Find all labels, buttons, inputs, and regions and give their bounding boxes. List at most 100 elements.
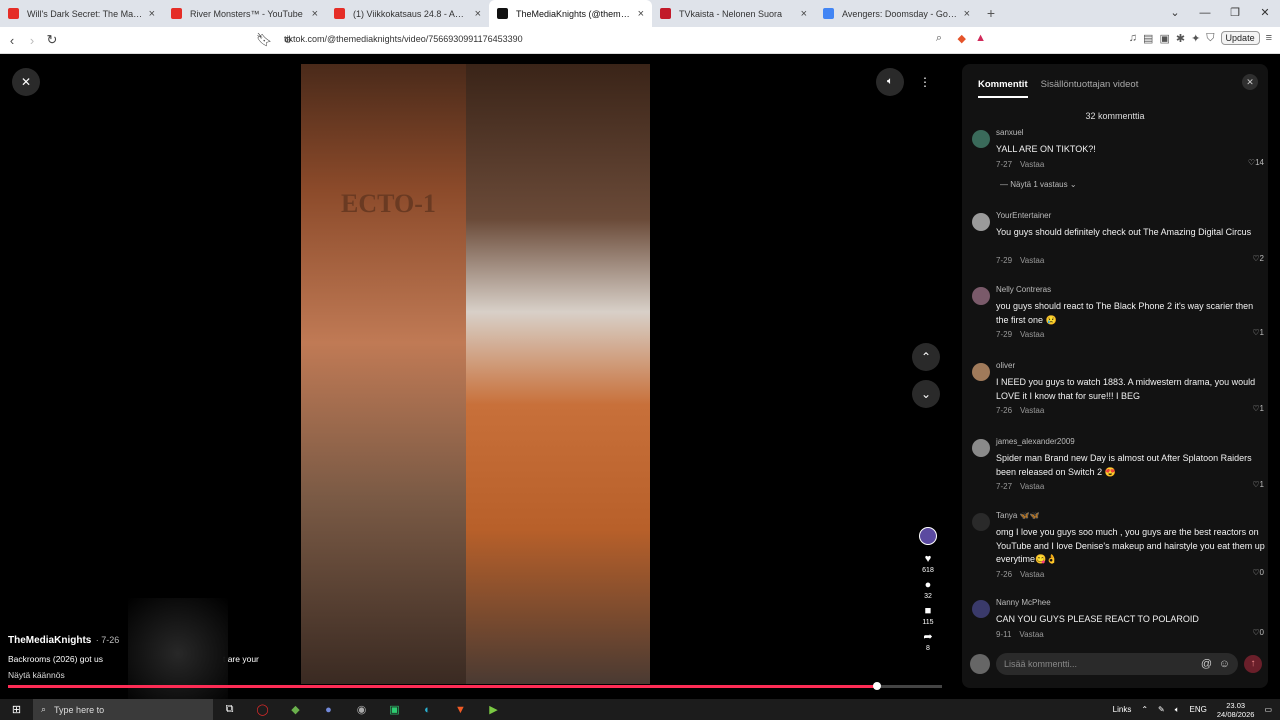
reply-button[interactable]: Vastaa xyxy=(1019,630,1043,639)
commenter-name[interactable]: sanxuel xyxy=(996,128,1024,137)
like-heart-icon[interactable]: ♡ xyxy=(1252,254,1259,263)
browser-tab[interactable]: Will's Dark Secret: The Massacre of × xyxy=(0,0,163,27)
language-indicator[interactable]: ENG xyxy=(1190,705,1207,714)
comment-icon[interactable]: ● xyxy=(925,579,932,591)
close-tab-icon[interactable]: × xyxy=(964,8,970,20)
commenter-avatar[interactable] xyxy=(972,213,990,231)
comment-like[interactable]: ♡1 xyxy=(1252,404,1264,413)
network-icon[interactable]: ✎ xyxy=(1158,705,1165,714)
commenter-avatar[interactable] xyxy=(972,130,990,148)
sidebar-icon[interactable]: ▤ xyxy=(1143,32,1153,45)
mute-button[interactable]: 🔈︎ xyxy=(876,68,904,96)
brave-rewards-icon[interactable]: ▲ xyxy=(975,32,986,44)
wallet-icon[interactable]: ▣ xyxy=(1159,32,1169,45)
close-tab-icon[interactable]: × xyxy=(149,8,155,20)
forward-icon[interactable]: › xyxy=(22,33,42,48)
volume-icon[interactable]: 🔈︎ xyxy=(1175,705,1180,715)
close-video-button[interactable]: ✕ xyxy=(12,68,40,96)
more-options-button[interactable]: ⋮ xyxy=(911,68,939,96)
update-button[interactable]: Update xyxy=(1220,31,1260,45)
extensions-icon[interactable]: ✱ xyxy=(1176,32,1185,45)
edge-icon[interactable]: ◐ xyxy=(411,704,444,716)
comment-like[interactable]: ♡0 xyxy=(1252,568,1264,577)
commenter-avatar[interactable] xyxy=(972,363,990,381)
back-icon[interactable]: ‹ xyxy=(2,33,22,48)
progress-knob[interactable] xyxy=(872,682,881,690)
reply-button[interactable]: Vastaa xyxy=(1020,256,1044,265)
browser-tab[interactable]: TheMediaKnights (@themedi × xyxy=(489,0,652,27)
send-icon[interactable]: ↑ xyxy=(1244,655,1262,673)
like-heart-icon[interactable]: ♡ xyxy=(1252,628,1259,637)
taskbar-search[interactable]: ⌕ Type here to xyxy=(33,699,213,720)
close-window-button[interactable]: ✕ xyxy=(1250,0,1280,27)
emoji-icon[interactable]: ☺ xyxy=(1219,658,1230,670)
commenter-avatar[interactable] xyxy=(972,439,990,457)
commenter-name[interactable]: oliver xyxy=(996,361,1015,370)
media-icon[interactable]: ♫ xyxy=(1129,32,1137,44)
comment-like[interactable]: ♡1 xyxy=(1252,480,1264,489)
url-field[interactable]: tiktok.com/@themediaknights/video/756693… xyxy=(284,34,523,44)
start-icon[interactable]: ⊞ xyxy=(0,703,33,716)
close-tab-icon[interactable]: × xyxy=(475,8,481,20)
reply-button[interactable]: Vastaa xyxy=(1020,482,1044,491)
like-heart-icon[interactable]: ♡ xyxy=(1252,568,1259,577)
tab-comments[interactable]: Kommentit xyxy=(978,79,1028,98)
new-tab-button[interactable]: + xyxy=(978,0,1004,27)
tab-list-icon[interactable]: ⌄ xyxy=(1160,0,1190,27)
video-player[interactable]: ECTO-1 xyxy=(301,64,650,684)
links-toolbar[interactable]: Links xyxy=(1113,705,1132,714)
commenter-name[interactable]: Tanya 🦋🦋 xyxy=(996,511,1040,520)
close-panel-icon[interactable]: ✕ xyxy=(1242,74,1258,90)
comment-like[interactable]: ♡14 xyxy=(1248,158,1264,167)
app-icon[interactable]: ◆ xyxy=(279,703,312,716)
browser-tab[interactable]: TVkaista - Nelonen Suora × xyxy=(652,0,815,27)
reply-button[interactable]: Vastaa xyxy=(1020,160,1044,169)
close-tab-icon[interactable]: × xyxy=(801,8,807,20)
app4-icon[interactable]: ▶ xyxy=(477,703,510,716)
mention-icon[interactable]: @ xyxy=(1201,658,1212,670)
reply-button[interactable]: Vastaa xyxy=(1020,330,1044,339)
author-name[interactable]: TheMediaKnights xyxy=(8,635,91,646)
tab-creator-videos[interactable]: Sisällöntuottajan videot xyxy=(1041,79,1139,98)
reply-button[interactable]: Vastaa xyxy=(1020,406,1044,415)
like-heart-icon[interactable]: ♡ xyxy=(1252,480,1259,489)
next-video-button[interactable]: ⌄ xyxy=(912,380,940,408)
browser-tab[interactable]: River Monsters™ - YouTube × xyxy=(163,0,326,27)
commenter-name[interactable]: Nelly Contreras xyxy=(996,285,1051,294)
browser-tab[interactable]: (1) Viikkokatsaus 24.8 - Ambulanssia × xyxy=(326,0,489,27)
zoom-icon[interactable]: ⌕ xyxy=(936,32,942,45)
leo-icon[interactable]: ✦ xyxy=(1191,32,1200,45)
task-view-icon[interactable]: ⧉ xyxy=(213,703,246,716)
minimize-button[interactable]: — xyxy=(1190,0,1220,27)
comment-input[interactable]: Lisää kommentti... @ ☺ xyxy=(996,653,1238,675)
commenter-avatar[interactable] xyxy=(972,600,990,618)
comment-like[interactable]: ♡1 xyxy=(1252,328,1264,337)
reply-button[interactable]: Vastaa xyxy=(1020,570,1044,579)
prev-video-button[interactable]: ⌃ xyxy=(912,343,940,371)
commenter-avatar[interactable] xyxy=(972,513,990,531)
bookmark-icon[interactable]: ■ xyxy=(925,605,932,617)
heart-icon[interactable]: ♥ xyxy=(925,553,932,565)
app3-icon[interactable]: ▣ xyxy=(378,703,411,716)
commenter-name[interactable]: james_alexander2009 xyxy=(996,437,1075,446)
video-progress-bar[interactable] xyxy=(8,682,942,690)
notifications-icon[interactable]: ▭ xyxy=(1264,705,1272,714)
brave-icon[interactable]: ▼ xyxy=(444,704,477,716)
app2-icon[interactable]: ◉ xyxy=(345,703,378,716)
brave-shield-icon[interactable]: ◆ xyxy=(958,32,966,45)
commenter-name[interactable]: YourEntertainer xyxy=(996,211,1051,220)
comment-like[interactable]: ♡0 xyxy=(1252,628,1264,637)
close-tab-icon[interactable]: × xyxy=(312,8,318,20)
bookmark-page-icon[interactable]: 🔖︎ xyxy=(254,32,274,48)
clock[interactable]: 23.03 24/08/2026 xyxy=(1217,701,1255,719)
menu-icon[interactable]: ≡ xyxy=(1266,32,1272,44)
tray-chevron-icon[interactable]: ⌃ xyxy=(1141,705,1148,714)
commenter-name[interactable]: Nanny McPhee xyxy=(996,598,1051,607)
maximize-button[interactable]: ❐ xyxy=(1220,0,1250,27)
browser-tab[interactable]: Avengers: Doomsday - Google-haku × xyxy=(815,0,978,27)
view-replies-button[interactable]: — Näytä 1 vastaus ⌄ xyxy=(1000,180,1077,189)
vpn-icon[interactable]: ⛉ xyxy=(1206,32,1214,45)
creator-avatar[interactable] xyxy=(919,527,937,545)
comment-like[interactable]: ♡2 xyxy=(1252,254,1264,263)
like-heart-icon[interactable]: ♡ xyxy=(1252,328,1259,337)
